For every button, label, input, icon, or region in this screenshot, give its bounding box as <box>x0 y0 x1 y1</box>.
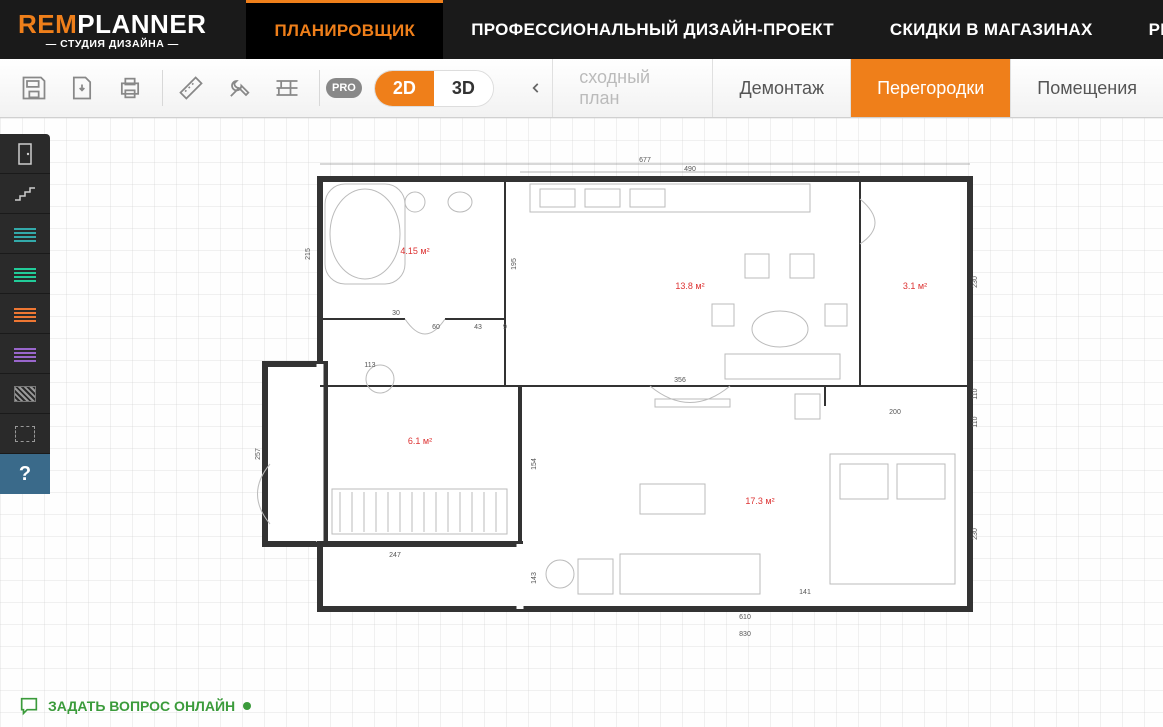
dim-inner-9: 9 <box>503 324 507 331</box>
nav-item-rem[interactable]: РЕМ <box>1121 0 1163 59</box>
dim-bottom-hall: 247 <box>389 552 401 559</box>
tab-scroll-left[interactable] <box>520 59 552 117</box>
room-bedroom-label: 17.3 м² <box>745 496 774 506</box>
tab-rooms[interactable]: Помещения <box>1010 59 1163 117</box>
top-navigation: REMPLANNER — СТУДИЯ ДИЗАЙНА — ПЛАНИРОВЩИ… <box>0 0 1163 59</box>
tabs-area: сходный план Демонтаж Перегородки Помеще… <box>520 59 1163 117</box>
palette-wall-teal[interactable] <box>0 254 50 294</box>
dim-inner-141: 141 <box>799 589 811 596</box>
tab-original-plan[interactable]: сходный план <box>552 59 712 117</box>
room-bathroom-label: 4.15 м² <box>400 246 429 256</box>
room-kitchen-label: 13.8 м² <box>675 281 704 291</box>
nav-item-design-project[interactable]: ПРОФЕССИОНАЛЬНЫЙ ДИЗАЙН-ПРОЕКТ <box>443 0 862 59</box>
nav-items: ПЛАНИРОВЩИК ПРОФЕССИОНАЛЬНЫЙ ДИЗАЙН-ПРОЕ… <box>246 0 1163 59</box>
pro-badge[interactable]: PRO <box>326 78 362 98</box>
dim-kitchen-left: 195 <box>511 258 518 270</box>
dim-kitchen-inner: 356 <box>674 377 686 384</box>
toolbar: PRO 2D 3D сходный план Демонтаж Перегоро… <box>0 59 1163 118</box>
nav-item-discounts[interactable]: СКИДКИ В МАГАЗИНАХ <box>862 0 1121 59</box>
dim-bedroom-top-right: 200 <box>889 409 901 416</box>
dim-inner-60: 60 <box>432 324 440 331</box>
logo[interactable]: REMPLANNER — СТУДИЯ ДИЗАЙНА — <box>18 9 206 50</box>
download-icon[interactable] <box>60 68 104 108</box>
dim-left-hall: 257 <box>255 448 262 460</box>
chat-icon <box>18 695 40 717</box>
dim-top-total: 677 <box>639 157 651 164</box>
logo-planner: PLANNER <box>77 9 206 39</box>
palette-wall-orange[interactable] <box>0 294 50 334</box>
palette-select-area[interactable] <box>0 414 50 454</box>
palette-stairs-icon[interactable] <box>0 174 50 214</box>
room-storage-label: 3.1 м² <box>903 281 927 291</box>
dim-right-1: 230 <box>972 276 979 288</box>
print-pdf-icon[interactable] <box>108 68 152 108</box>
floor-plan[interactable]: 677 490 <box>240 154 980 664</box>
tab-partitions[interactable]: Перегородки <box>850 59 1010 117</box>
dim-right-2: 110 <box>972 388 979 399</box>
toolbar-separator-2 <box>319 70 320 106</box>
wall-icon[interactable] <box>265 68 309 108</box>
side-palette: ? <box>0 134 50 494</box>
nav-item-planner[interactable]: ПЛАНИРОВЩИК <box>246 0 443 59</box>
save-icon[interactable] <box>12 68 56 108</box>
dim-inner-154: 154 <box>531 458 538 470</box>
dim-top-right: 490 <box>684 166 696 173</box>
dim-left-bathroom: 215 <box>305 248 312 260</box>
view-3d-button[interactable]: 3D <box>434 71 493 106</box>
view-toggle: 2D 3D <box>374 70 494 107</box>
chat-label: ЗАДАТЬ ВОПРОС ОНЛАЙН <box>48 698 235 714</box>
dim-inner-43: 43 <box>474 324 482 331</box>
dim-bottom-total: 830 <box>739 631 751 638</box>
online-status-dot <box>243 702 251 710</box>
dim-right-4: 230 <box>972 528 979 540</box>
view-2d-button[interactable]: 2D <box>375 71 434 106</box>
dim-inner-113: 113 <box>364 362 375 369</box>
dim-right-3: 110 <box>972 416 979 427</box>
palette-wall-purple[interactable] <box>0 334 50 374</box>
logo-rem: REM <box>18 9 77 39</box>
tools-icon[interactable] <box>217 68 261 108</box>
dim-bottom-bedroom: 610 <box>739 614 751 621</box>
room-hall-label: 6.1 м² <box>408 436 432 446</box>
logo-main: REMPLANNER <box>18 9 206 40</box>
measure-icon[interactable] <box>169 68 213 108</box>
palette-hatch[interactable] <box>0 374 50 414</box>
dim-inner-143: 143 <box>531 572 538 584</box>
tab-demolition[interactable]: Демонтаж <box>712 59 850 117</box>
palette-wall-cyan[interactable] <box>0 214 50 254</box>
logo-subtitle: — СТУДИЯ ДИЗАЙНА — <box>18 38 206 50</box>
toolbar-separator <box>162 70 163 106</box>
chat-online-button[interactable]: ЗАДАТЬ ВОПРОС ОНЛАЙН <box>18 695 251 717</box>
canvas-area[interactable]: ? 677 490 <box>0 118 1163 727</box>
palette-help-button[interactable]: ? <box>0 454 50 494</box>
palette-door-icon[interactable] <box>0 134 50 174</box>
dim-inner-30: 30 <box>392 310 400 317</box>
